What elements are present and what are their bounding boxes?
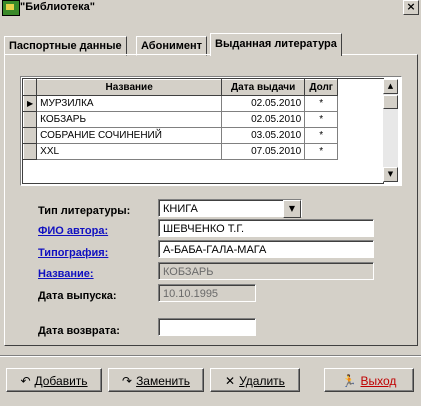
cell-date[interactable]: 07.05.2010 [221,143,306,160]
grid-body: Название Дата выдачи Долг ▶ МУРЗИЛКА 02.… [22,78,384,184]
table-row[interactable]: СОБРАНИЕ СОЧИНЕНИЙ 03.05.2010 * [22,127,339,144]
app-icon [2,0,20,16]
column-header-date[interactable]: Дата выдачи [221,79,306,96]
release-date-field: 10.10.1995 [158,284,256,302]
main-window: "Библиотека" × Паспортные данные Абониме… [0,0,421,406]
row-indicator-header [22,79,38,96]
author-field[interactable]: ШЕВЧЕНКО Т.Г. [158,219,374,237]
cell-date[interactable]: 02.05.2010 [221,111,306,128]
close-icon[interactable]: × [403,0,419,15]
column-header-debt[interactable]: Долг [304,79,339,96]
literature-type-select[interactable]: КНИГА ▼ [158,199,302,218]
cell-name[interactable]: СОБРАНИЕ СОЧИНЕНИЙ [36,127,223,144]
vertical-scrollbar[interactable]: ▲ ▼ [383,79,398,182]
release-date-label: Дата выпуска: [38,290,117,302]
printer-field[interactable]: А-БАБА-ГАЛА-МАГА [158,240,374,258]
title-field: КОБЗАРЬ [158,262,374,280]
cell-name[interactable]: КОБЗАРЬ [36,111,223,128]
return-date-field[interactable] [158,318,256,336]
table-row[interactable]: ▶ МУРЗИЛКА 02.05.2010 * [22,95,339,112]
divider [0,355,421,357]
cell-debt[interactable]: * [304,111,339,128]
tab-passport[interactable]: Паспортные данные [4,36,127,56]
replace-button-label: Заменить [136,374,190,388]
delete-x-icon: ✕ [225,374,236,388]
cell-date[interactable]: 02.05.2010 [221,95,306,112]
add-button-label: Добавить [34,374,88,388]
author-link[interactable]: ФИО автора: [38,225,108,237]
window-title: "Библиотека" [20,1,95,13]
tab-issued-literature[interactable]: Выданная литература [210,33,342,56]
printer-link[interactable]: Типография: [38,247,108,259]
column-header-name[interactable]: Название [36,79,223,96]
row-indicator [22,143,38,160]
tab-subscription[interactable]: Абонимент [136,36,208,56]
running-man-icon: 🏃 [341,374,357,388]
scroll-thumb[interactable] [383,95,398,109]
cell-debt[interactable]: * [304,143,339,160]
cell-date[interactable]: 03.05.2010 [221,127,306,144]
exit-button[interactable]: 🏃 Выход [324,368,414,392]
literature-type-label: Тип литературы: [38,205,131,217]
exit-button-label: Выход [360,374,397,388]
return-date-label: Дата возврата: [38,325,120,337]
title-link[interactable]: Название: [38,268,94,280]
cell-debt[interactable]: * [304,127,339,144]
scroll-down-icon[interactable]: ▼ [383,167,398,182]
row-indicator [22,127,38,144]
row-indicator [22,111,38,128]
cell-name[interactable]: МУРЗИЛКА [36,95,223,112]
grid-header: Название Дата выдачи Долг [22,79,339,96]
title-bar: "Библиотека" × [0,0,421,16]
literature-type-value: КНИГА [163,203,198,215]
chevron-down-icon[interactable]: ▼ [283,200,301,218]
issued-books-grid[interactable]: Название Дата выдачи Долг ▶ МУРЗИЛКА 02.… [20,76,402,186]
scroll-up-icon[interactable]: ▲ [383,79,398,94]
table-row[interactable]: XXL 07.05.2010 * [22,143,339,160]
replace-button[interactable]: ↷ Заменить [108,368,204,392]
undo-arrow-icon: ↶ [20,374,31,388]
cell-name[interactable]: XXL [36,143,223,160]
replace-arrow-icon: ↷ [122,374,133,388]
current-row-indicator-icon: ▶ [22,95,38,112]
table-row[interactable]: КОБЗАРЬ 02.05.2010 * [22,111,339,128]
cell-debt[interactable]: * [304,95,339,112]
delete-button-label: Удалить [239,374,285,388]
delete-button[interactable]: ✕ Удалить [210,368,300,392]
add-button[interactable]: ↶ Добавить [6,368,102,392]
